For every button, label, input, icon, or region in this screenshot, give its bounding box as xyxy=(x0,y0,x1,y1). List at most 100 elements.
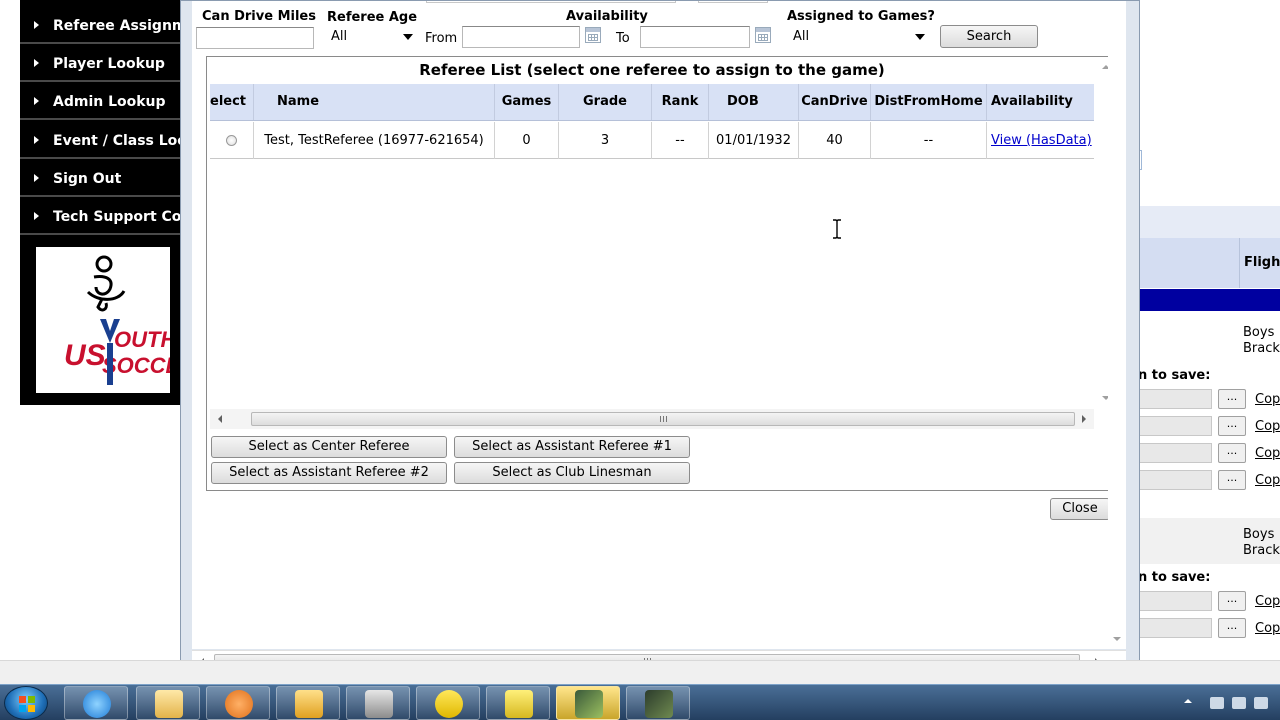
left-navigation: Referee Assignme Player Lookup Admin Loo… xyxy=(0,0,190,660)
taskbar-phone[interactable] xyxy=(486,686,550,720)
taskbar-media-player[interactable] xyxy=(206,686,270,720)
scroll-thumb[interactable] xyxy=(251,412,1075,426)
triangle-right-icon xyxy=(34,59,39,67)
nav-item-sign-out[interactable]: Sign Out xyxy=(20,161,190,197)
table-row[interactable]: Test, TestReferee (16977-621654) 0 3 -- … xyxy=(210,122,1094,159)
copy-link[interactable]: Cop xyxy=(1255,594,1280,609)
availability-cell: View (HasData) xyxy=(987,122,1094,159)
text-field[interactable] xyxy=(1138,591,1212,611)
camera-tray-icon[interactable] xyxy=(1210,697,1224,709)
row-band xyxy=(1138,289,1280,311)
assign-actions: Select as Center Referee Select as Assis… xyxy=(207,429,1117,490)
select-club-linesman-button[interactable]: Select as Club Linesman xyxy=(454,462,690,484)
popup-vertical-scrollbar[interactable] xyxy=(1108,1,1126,649)
taskbar-aim[interactable] xyxy=(416,686,480,720)
assigned-to-games-value: All xyxy=(793,29,810,44)
taskbar-file-explorer[interactable] xyxy=(136,686,200,720)
nav-item-label: Sign Out xyxy=(53,171,122,187)
start-button[interactable] xyxy=(4,686,48,720)
nav-item-label: Event / Class Loo xyxy=(53,133,187,149)
text-field[interactable] xyxy=(698,1,768,3)
nav-item-referee-assignment[interactable]: Referee Assignme xyxy=(20,8,190,44)
scroll-down-icon[interactable] xyxy=(1113,637,1121,641)
can-drive-miles-input[interactable] xyxy=(196,27,314,49)
save-label: n to save: xyxy=(1138,368,1211,383)
copy-link[interactable]: Cop xyxy=(1255,419,1280,434)
nav-item-event-class-lookup[interactable]: Event / Class Loo xyxy=(20,123,190,159)
ellipsis-button[interactable]: ... xyxy=(1218,416,1246,436)
taskbar-internet-explorer[interactable] xyxy=(64,686,128,720)
select-assistant-referee-1-button[interactable]: Select as Assistant Referee #1 xyxy=(454,436,690,458)
taskbar-app[interactable] xyxy=(626,686,690,720)
taskbar-active-app[interactable] xyxy=(556,686,620,720)
group-sublabel: Brack xyxy=(1243,341,1280,356)
scroll-right-icon[interactable] xyxy=(1082,415,1086,423)
calendar-clock-icon xyxy=(295,690,323,718)
text-field[interactable] xyxy=(426,1,676,3)
grid-horizontal-scrollbar[interactable] xyxy=(210,409,1094,429)
copy-link[interactable]: Cop xyxy=(1255,392,1280,407)
chevron-down-icon xyxy=(915,34,925,40)
select-cell xyxy=(210,122,254,159)
column-header-select[interactable]: elect xyxy=(210,84,254,120)
calendar-icon[interactable] xyxy=(585,27,601,43)
text-field[interactable] xyxy=(1138,470,1212,490)
ellipsis-button[interactable]: ... xyxy=(1218,591,1246,611)
triangle-right-icon xyxy=(34,174,39,182)
column-header-distfromhome[interactable]: DistFromHome xyxy=(871,84,987,120)
scroll-left-icon[interactable] xyxy=(218,415,222,423)
select-center-referee-button[interactable]: Select as Center Referee xyxy=(211,436,447,458)
to-date-input[interactable] xyxy=(640,26,750,48)
select-assistant-referee-2-button[interactable]: Select as Assistant Referee #2 xyxy=(211,462,447,484)
grip-icon xyxy=(660,416,667,422)
column-header-grade[interactable]: Grade xyxy=(559,84,652,120)
close-button[interactable]: Close xyxy=(1050,498,1110,520)
column-header-name[interactable]: Name xyxy=(254,84,495,120)
ellipsis-button[interactable]: ... xyxy=(1218,618,1246,638)
text-field[interactable] xyxy=(1138,389,1212,409)
running-man-icon xyxy=(435,690,463,718)
ellipsis-button[interactable]: ... xyxy=(1218,443,1246,463)
text-field[interactable] xyxy=(1138,618,1212,638)
nav-item-player-lookup[interactable]: Player Lookup xyxy=(20,46,190,82)
referee-radio[interactable] xyxy=(226,135,237,146)
ellipsis-button[interactable]: ... xyxy=(1218,389,1246,409)
taskbar-outlook[interactable] xyxy=(276,686,340,720)
from-label: From xyxy=(425,31,458,46)
group-label: Boys xyxy=(1243,527,1275,542)
column-header-games[interactable]: Games xyxy=(495,84,559,120)
calendar-icon[interactable] xyxy=(755,27,771,43)
ellipsis-button[interactable]: ... xyxy=(1218,470,1246,490)
copy-link[interactable]: Cop xyxy=(1255,446,1280,461)
search-button[interactable]: Search xyxy=(940,25,1038,48)
availability-label: Availability xyxy=(566,9,648,24)
network-tray-icon[interactable] xyxy=(1254,697,1268,709)
nav-item-tech-support[interactable]: Tech Support Cor xyxy=(20,199,190,235)
nav-item-label: Referee Assignme xyxy=(53,18,190,34)
distfromhome-cell: -- xyxy=(871,122,987,159)
from-date-input[interactable] xyxy=(462,26,580,48)
referee-age-select[interactable]: All xyxy=(327,26,419,48)
grid-title: Referee List (select one referee to assi… xyxy=(419,61,885,79)
can-drive-miles-label: Can Drive Miles xyxy=(202,9,316,24)
taskbar-camera[interactable] xyxy=(346,686,410,720)
show-hidden-icons-icon[interactable] xyxy=(1184,699,1192,703)
column-header-dob[interactable]: DOB xyxy=(709,84,799,120)
copy-link[interactable]: Cop xyxy=(1255,621,1280,636)
chevron-down-icon xyxy=(403,34,413,40)
text-field[interactable] xyxy=(1138,443,1212,463)
browser-status-bar xyxy=(0,660,1280,684)
nav-item-admin-lookup[interactable]: Admin Lookup xyxy=(20,84,190,120)
column-header-candrive[interactable]: CanDrive xyxy=(799,84,871,120)
assigned-to-games-select[interactable]: All xyxy=(789,26,931,48)
column-header-availability[interactable]: Availability xyxy=(987,84,1094,120)
copy-link[interactable]: Cop xyxy=(1255,473,1280,488)
text-field[interactable] xyxy=(1138,416,1212,436)
header-divider xyxy=(1239,238,1240,288)
view-availability-link[interactable]: View (HasData) xyxy=(991,133,1092,148)
media-player-icon xyxy=(225,690,253,718)
nav-item-label: Tech Support Cor xyxy=(53,209,189,225)
flag-tray-icon[interactable] xyxy=(1232,697,1246,709)
column-header-rank[interactable]: Rank xyxy=(652,84,709,120)
triangle-right-icon xyxy=(34,21,39,29)
